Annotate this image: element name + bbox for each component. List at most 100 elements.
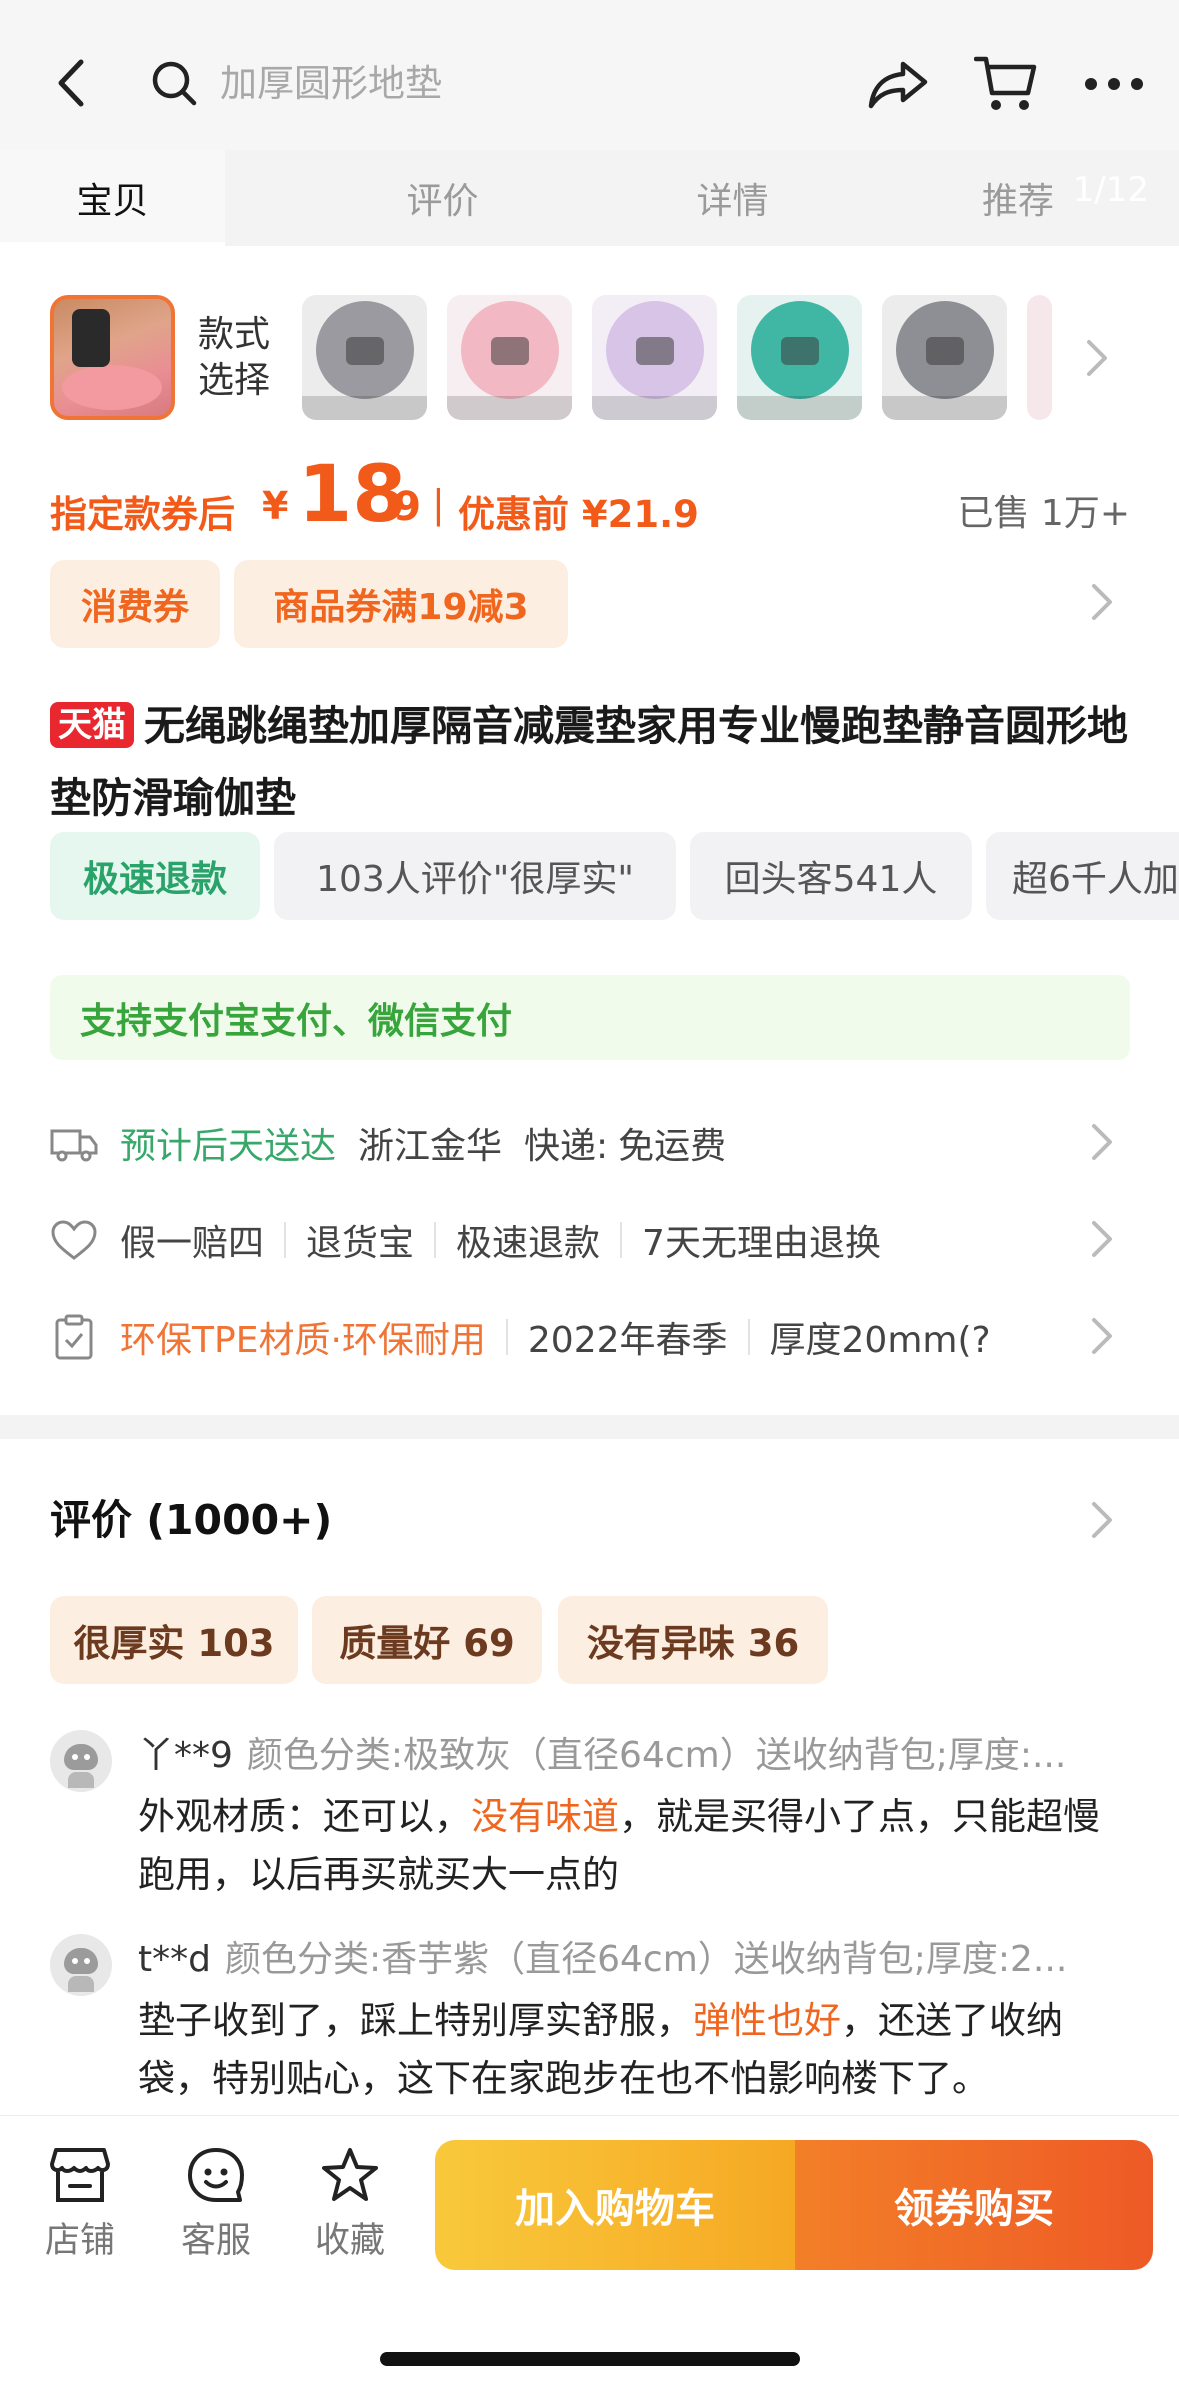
shipping-more-button[interactable] [1090,1122,1114,1171]
price-label: 指定款券后 [50,493,235,536]
delivery-eta: 预计后天送达 [120,1126,337,1167]
review-tag[interactable]: 质量好 69 [312,1596,542,1684]
shop-icon [50,2148,110,2202]
review-item[interactable]: 丫**9 颜色分类:极致灰（直径64cm）送收纳背包;厚度:... 外观材质：还可… [50,1730,1130,1900]
reviews-header[interactable]: 评价 (1000+) [50,1480,1130,1560]
footprint-icon [781,337,819,365]
buy-with-coupon-button[interactable]: 领券购买 [795,2140,1153,2270]
reviewer-name: t**d [138,1939,211,1980]
review-text: 外观材质：还可以， [138,1795,471,1838]
avatar-eye [72,1754,78,1760]
top-navigation-bar [0,0,1179,150]
truck-icon [50,1119,98,1167]
review-tag[interactable]: 没有异味 36 [558,1596,828,1684]
footprint-icon [491,337,529,365]
material-highlight: 环保TPE材质·环保耐用 [120,1320,486,1361]
avatar-body [68,1976,94,1992]
favorite-label: 收藏 [314,2221,385,2261]
variant-thumbnail[interactable] [882,295,1007,420]
coupon-row[interactable]: 消费券 商品券满19减3 [50,560,1130,648]
ship-fee: 免运费 [618,1126,727,1167]
product-title-text: 无绳跳绳垫加厚隔音减震垫家用专业慢跑垫静音圆形地垫防滑瑜伽垫 [50,702,1128,822]
variant-more-button[interactable] [1085,338,1109,382]
review-item[interactable]: t**d 颜色分类:香芋紫（直径64cm）送收纳背包;厚度:2... 垫子收到了，… [50,1934,1130,2104]
tag-popularity[interactable]: 超6千人加 [986,832,1179,920]
variant-thumbnail[interactable] [737,295,862,420]
home-indicator[interactable] [380,2352,800,2366]
review-tag[interactable]: 很厚实 103 [50,1596,298,1684]
tab-active-indicator [0,242,225,247]
search-icon [152,61,197,106]
tab-details[interactable]: 详情 [620,150,845,246]
shop-label: 店铺 [44,2221,115,2261]
heart-shield-icon [50,1216,98,1264]
attributes-row[interactable]: 环保TPE材质·环保耐用 2022年春季 厚度20mm(? [50,1302,1130,1372]
guarantee-row[interactable]: 假一赔四 退货宝 极速退款 7天无理由退换 [50,1205,1130,1275]
guarantee-more-button[interactable] [1090,1219,1114,1268]
review-body: 垫子收到了，踩上特别厚实舒服，弹性也好，还送了收纳袋，特别贴心，这下在家跑步在也… [138,1992,1128,2108]
variant-thumbnail[interactable] [1027,295,1052,420]
divider [434,1222,437,1258]
chevron-right-icon [1092,1502,1112,1538]
reviews-title: 评价 (1000+) [50,1496,333,1544]
search-bar[interactable] [150,50,790,116]
shop-button[interactable]: 店铺 [30,2146,130,2276]
chevron-right-icon [1092,1124,1112,1160]
tag-fast-refund[interactable]: 极速退款 [50,832,260,920]
guarantee-item: 退货宝 [306,1223,415,1264]
divider [505,1319,508,1355]
avatar-eye [84,1958,90,1964]
footprint-icon [346,337,384,365]
mat-image [62,365,162,410]
sold-count: 已售 1万+ [957,493,1130,534]
back-icon [58,59,84,107]
favorite-button[interactable]: 收藏 [300,2146,400,2276]
divider [284,1222,287,1258]
variant-thumbnail[interactable] [302,295,427,420]
review-text: 垫子收到了，踩上特别厚实舒服， [138,1999,693,2042]
review-body: 外观材质：还可以，没有味道，就是买得小了点，只能超慢跑用，以后再买就买大一点的 [138,1788,1128,1904]
share-button[interactable] [862,48,934,120]
variant-thumbnail-selected[interactable] [50,295,175,420]
chat-face-icon [188,2148,244,2202]
avatar [50,1730,112,1792]
footprint-icon [926,337,964,365]
footprint-icon [636,337,674,365]
cart-button[interactable] [970,48,1042,120]
search-input[interactable] [220,61,780,105]
share-icon [868,61,928,109]
customer-service-button[interactable]: 客服 [166,2146,266,2276]
clipboard-icon [50,1313,98,1361]
thumb-base [737,396,862,420]
person-image [72,309,110,367]
chevron-right-icon [1092,1318,1112,1354]
variant-thumbnail[interactable] [447,295,572,420]
ship-origin: 浙江金华 [358,1126,503,1167]
tab-reviews[interactable]: 评价 [330,150,555,246]
currency-symbol: ¥ [262,484,289,528]
back-button[interactable] [40,50,100,116]
coupon-badge[interactable]: 消费券 [50,560,220,648]
more-button[interactable] [1078,48,1150,120]
review-meta: t**d 颜色分类:香芋紫（直径64cm）送收纳背包;厚度:2... [138,1934,1128,1986]
tag-review-highlight[interactable]: 103人评价"很厚实" [274,832,676,920]
coupon-badge[interactable]: 商品券满19减3 [234,560,568,648]
avatar-head [64,1744,98,1770]
variant-thumbnail[interactable] [592,295,717,420]
attributes-more-button[interactable] [1090,1316,1114,1365]
section-tabs: 宝贝 评价 详情 推荐 [0,150,1179,246]
reviews-more-button[interactable] [1090,1500,1114,1544]
review-highlight: 没有味道 [471,1795,619,1838]
avatar-body [68,1772,94,1788]
coupon-more-button[interactable] [1090,582,1114,626]
variant-label: 款式选择 [198,314,271,401]
avatar-eye [84,1754,90,1760]
thickness-attribute: 厚度20mm(? [769,1320,991,1361]
tag-repeat-customers[interactable]: 回头客541人 [690,832,972,920]
shipping-row[interactable]: 预计后天送达 浙江金华 快递: 免运费 [50,1108,1130,1178]
tab-product[interactable]: 宝贝 [0,150,225,246]
add-to-cart-button[interactable]: 加入购物车 [435,2140,795,2270]
thumb-base [302,396,427,420]
review-meta: 丫**9 颜色分类:极致灰（直径64cm）送收纳背包;厚度:... [138,1730,1128,1782]
review-sku: 颜色分类:极致灰（直径64cm）送收纳背包;厚度:... [246,1735,1067,1776]
